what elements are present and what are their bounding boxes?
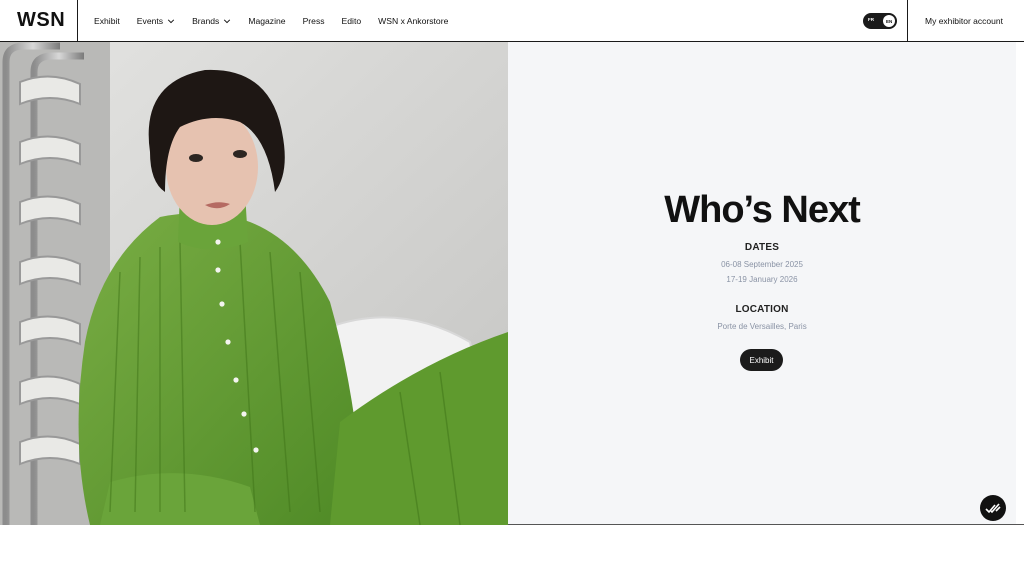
language-option-en[interactable]: EN (886, 19, 892, 24)
logo[interactable]: WSN (17, 9, 65, 32)
exhibitor-account-link[interactable]: My exhibitor account (925, 16, 1003, 26)
hero-section: Who’s Next DATES 06-08 September 2025 17… (0, 42, 1024, 525)
location-label: LOCATION (735, 304, 789, 315)
date-item: 06-08 September 2025 (721, 260, 803, 269)
location-value: Porte de Versailles, Paris (717, 322, 807, 331)
chevron-down-icon (224, 19, 231, 24)
language-option-fr[interactable]: FR (868, 17, 874, 22)
nav-item-magazine[interactable]: Magazine (248, 16, 285, 26)
accessibility-badge[interactable] (980, 495, 1006, 521)
header-divider (77, 0, 78, 42)
main-nav: Exhibit Events Brands Magazine Press Edi… (94, 0, 465, 42)
nav-item-edito[interactable]: Edito (342, 16, 362, 26)
language-toggle[interactable]: FR EN (863, 13, 897, 29)
chevron-down-icon (167, 19, 175, 24)
nav-item-press[interactable]: Press (303, 16, 325, 26)
dates-label: DATES (744, 242, 780, 253)
nav-item-brands[interactable]: Brands (192, 16, 231, 26)
fashion-photo-icon (0, 42, 508, 525)
header-divider (907, 0, 908, 42)
event-title: Who’s Next (664, 189, 861, 231)
nav-item-ankorstore[interactable]: WSN x Ankorstore (378, 16, 448, 26)
site-header: WSN Exhibit Events Brands Magazine Press… (0, 0, 1024, 42)
checkmarks-icon (985, 503, 1001, 514)
nav-item-exhibit[interactable]: Exhibit (94, 16, 120, 26)
hero-image (0, 42, 508, 525)
date-item: 17-19 January 2026 (726, 275, 798, 284)
exhibit-button[interactable]: Exhibit (740, 349, 783, 371)
event-info-panel: Who’s Next DATES 06-08 September 2025 17… (508, 42, 1016, 524)
language-toggle-knob: EN (883, 15, 895, 27)
nav-item-events[interactable]: Events (137, 16, 175, 26)
